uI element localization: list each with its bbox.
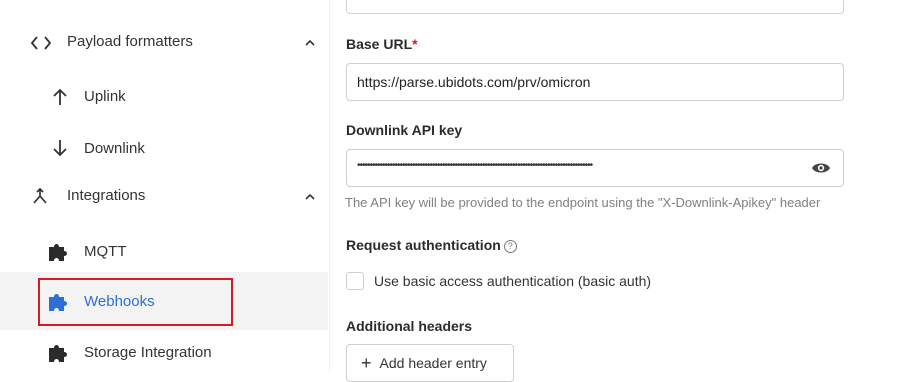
highlight-box bbox=[38, 278, 233, 326]
basic-auth-checkbox[interactable] bbox=[346, 272, 364, 290]
base-url-label-text: Base URL bbox=[346, 36, 413, 52]
downlink-api-key-input[interactable]: ••••••••••••••••••••••••••••••••••••••••… bbox=[346, 149, 844, 187]
sidebar-item-label: MQTT bbox=[84, 243, 127, 260]
sidebar-item-integrations[interactable]: Integrations bbox=[0, 179, 328, 213]
previous-field-input[interactable] bbox=[346, 0, 844, 14]
chevron-up-icon[interactable] bbox=[304, 37, 316, 49]
required-mark: * bbox=[412, 36, 418, 52]
sidebar-item-label: Storage Integration bbox=[84, 344, 212, 361]
basic-auth-row[interactable]: Use basic access authentication (basic a… bbox=[346, 272, 651, 290]
arrow-down-icon bbox=[50, 138, 70, 158]
arrow-up-icon bbox=[50, 87, 70, 107]
puzzle-icon bbox=[47, 342, 69, 364]
request-authentication-label: Request authentication? bbox=[346, 237, 517, 253]
add-header-entry-label: Add header entry bbox=[379, 355, 487, 371]
sidebar-item-uplink[interactable]: Uplink bbox=[0, 80, 328, 114]
sidebar-item-label: Integrations bbox=[67, 187, 146, 204]
sidebar: Payload formatters Uplink Downlink Integ… bbox=[0, 0, 330, 371]
sidebar-item-downlink[interactable]: Downlink bbox=[0, 131, 328, 165]
sidebar-item-label: Uplink bbox=[84, 88, 126, 105]
additional-headers-label: Additional headers bbox=[346, 318, 473, 334]
sidebar-item-label: Downlink bbox=[84, 140, 145, 157]
api-key-help-text: The API key will be provided to the endp… bbox=[345, 195, 821, 210]
base-url-input[interactable] bbox=[346, 63, 844, 101]
sidebar-item-label: Payload formatters bbox=[67, 33, 193, 50]
help-circle-icon[interactable]: ? bbox=[503, 240, 517, 253]
base-url-label: Base URL* bbox=[346, 36, 418, 52]
plus-icon: + bbox=[361, 353, 372, 373]
chevron-up-icon[interactable] bbox=[304, 191, 316, 203]
request-authentication-text: Request authentication bbox=[346, 237, 501, 253]
webhook-form: Base URL* Downlink API key •••••••••••••… bbox=[330, 0, 916, 382]
masked-api-key: ••••••••••••••••••••••••••••••••••••••••… bbox=[357, 160, 593, 171]
add-header-entry-button[interactable]: + Add header entry bbox=[346, 344, 514, 382]
eye-icon[interactable] bbox=[811, 160, 831, 176]
code-brackets-icon bbox=[31, 33, 51, 53]
sidebar-item-mqtt[interactable]: MQTT bbox=[0, 232, 328, 270]
basic-auth-label: Use basic access authentication (basic a… bbox=[374, 273, 652, 289]
sidebar-item-payload-formatters[interactable]: Payload formatters bbox=[0, 26, 328, 60]
downlink-api-key-label: Downlink API key bbox=[346, 122, 463, 138]
sidebar-item-storage-integration[interactable]: Storage Integration bbox=[0, 336, 328, 370]
puzzle-icon bbox=[47, 241, 69, 263]
integrations-merge-icon bbox=[30, 186, 50, 206]
